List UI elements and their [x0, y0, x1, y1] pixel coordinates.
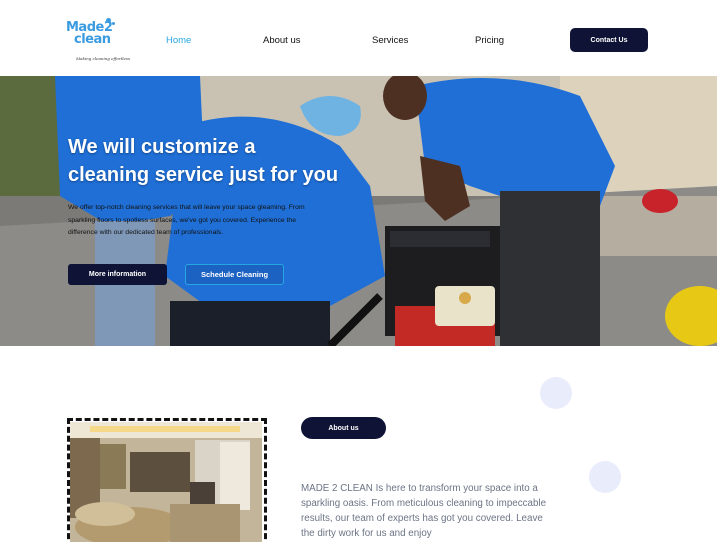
about-us-badge: About us: [301, 417, 386, 439]
hero-section: We will customize a cleaning service jus…: [0, 76, 717, 346]
about-description: MADE 2 CLEAN Is here to transform your s…: [301, 483, 547, 539]
nav-services[interactable]: Services: [372, 35, 408, 46]
more-information-button[interactable]: More information: [68, 264, 167, 285]
logo-line2: clean: [74, 32, 111, 47]
logo-tagline: Making cleaning effortless: [76, 56, 131, 61]
contact-us-button[interactable]: Contact Us: [570, 28, 648, 52]
nav-home[interactable]: Home: [166, 35, 191, 46]
made2clean-logo[interactable]: Made2 clean Making cleaning effortless: [66, 18, 130, 64]
bubble-icon: [106, 18, 111, 23]
hero-title: We will customize a cleaning service jus…: [68, 136, 339, 186]
hero-description: We offer top-notch cleaning services tha…: [68, 204, 305, 236]
decorative-circle: [589, 461, 621, 493]
decorative-circle: [540, 377, 572, 409]
nav-about-us[interactable]: About us: [263, 35, 301, 46]
living-room-photo: [70, 422, 262, 542]
site-header: Made2 clean Making cleaning effortless H…: [0, 0, 717, 76]
schedule-cleaning-button[interactable]: Schedule Cleaning: [185, 264, 284, 285]
nav-pricing[interactable]: Pricing: [475, 35, 504, 46]
bubble-icon: [112, 22, 115, 25]
